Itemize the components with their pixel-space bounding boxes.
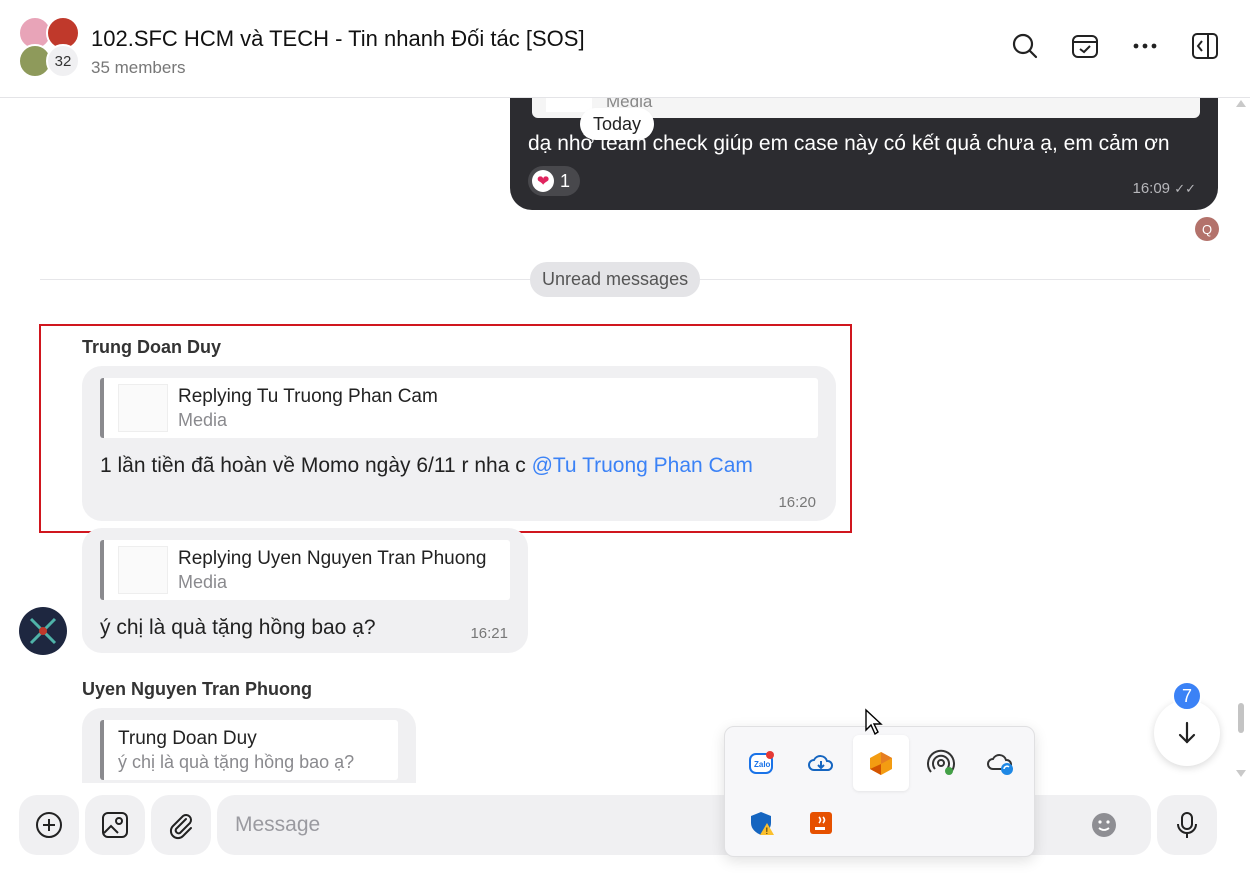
voice-button[interactable] xyxy=(1157,795,1217,855)
double-check-icon: ✓✓ xyxy=(1174,181,1196,196)
more-horizontal-icon xyxy=(1133,43,1157,49)
quoted-title: Trung Doan Duy xyxy=(118,728,257,749)
group-title[interactable]: 102.SFC HCM và TECH - Tin nhanh Đối tác … xyxy=(91,26,585,52)
toggle-panel-button[interactable] xyxy=(1189,30,1221,62)
group-avatar[interactable]: 32 xyxy=(18,16,82,80)
message-bubble[interactable]: Trung Doan Duy ý chị là quà tặng hồng ba… xyxy=(82,708,416,783)
highlight-annotation xyxy=(39,324,852,533)
date-separator: Today xyxy=(580,108,655,140)
microphone-icon xyxy=(1177,812,1197,838)
more-button[interactable] xyxy=(1129,30,1161,62)
quoted-title: Replying Uyen Nguyen Tran Phuong xyxy=(178,548,487,569)
svg-text:Zalo: Zalo xyxy=(754,760,771,769)
quoted-text: ý chị là quà tặng hồng bao ạ? xyxy=(118,752,355,772)
onedrive-icon[interactable] xyxy=(793,735,849,791)
panel-collapse-icon xyxy=(1192,33,1218,59)
message-bubble[interactable]: Replying Uyen Nguyen Tran Phuong Media ý… xyxy=(82,528,528,653)
plus-circle-icon xyxy=(36,812,62,838)
zalo-icon[interactable]: Zalo xyxy=(733,735,789,791)
arrow-down-icon xyxy=(1178,721,1196,744)
scroll-up-arrow[interactable] xyxy=(1236,100,1246,107)
image-button[interactable] xyxy=(85,795,145,855)
message-list[interactable]: Media dạ nhờ team check giúp em case này… xyxy=(0,98,1250,783)
quoted-label: Media xyxy=(178,572,228,592)
member-count[interactable]: 35 members xyxy=(91,58,185,78)
heart-icon: ❤ xyxy=(532,170,554,192)
reaction-count: 1 xyxy=(560,170,571,191)
calendar-check-icon xyxy=(1072,35,1098,58)
unread-count-badge: 7 xyxy=(1172,681,1202,711)
scrollbar[interactable] xyxy=(1236,98,1246,783)
attach-button[interactable] xyxy=(151,795,211,855)
sender-name[interactable]: Uyen Nguyen Tran Phuong xyxy=(82,679,312,700)
search-icon xyxy=(1012,33,1038,59)
emoji-button[interactable] xyxy=(1090,811,1120,841)
search-button[interactable] xyxy=(1009,30,1041,62)
quoted-message[interactable]: Trung Doan Duy ý chị là quà tặng hồng ba… xyxy=(100,720,398,780)
member-count-badge: 32 xyxy=(46,44,80,78)
message-time: 16:21 xyxy=(470,625,508,642)
hotspot-icon[interactable] xyxy=(913,735,969,791)
seen-avatar[interactable]: Q xyxy=(1195,217,1219,241)
media-thumbnail xyxy=(546,98,592,112)
mouse-cursor-icon xyxy=(865,708,883,736)
quoted-message[interactable]: Replying Uyen Nguyen Tran Phuong Media xyxy=(100,540,510,600)
chat-header: 32 102.SFC HCM và TECH - Tin nhanh Đối t… xyxy=(0,0,1250,98)
image-icon xyxy=(102,812,128,838)
emoji-icon xyxy=(1092,813,1116,837)
avatar[interactable] xyxy=(19,607,67,655)
app-icon[interactable] xyxy=(853,735,909,791)
reaction-chip[interactable]: ❤ 1 xyxy=(528,166,581,196)
avatar-logo-icon xyxy=(29,617,57,645)
paperclip-icon xyxy=(169,814,192,840)
media-thumbnail xyxy=(118,546,168,594)
cloud-sync-icon[interactable] xyxy=(973,735,1029,791)
scrollbar-thumb[interactable] xyxy=(1238,703,1244,733)
message-text: ý chị là quà tặng hồng bao ạ? xyxy=(100,616,376,639)
tasks-button[interactable] xyxy=(1069,30,1101,62)
unread-separator: Unread messages xyxy=(530,262,701,297)
message-time: 16:09 ✓✓ xyxy=(1132,180,1196,197)
composer xyxy=(0,783,1250,873)
add-button[interactable] xyxy=(19,795,79,855)
system-tray-flyout: Zalo ! xyxy=(724,726,1035,857)
defender-warning-icon[interactable]: ! xyxy=(733,795,789,851)
scroll-down-arrow[interactable] xyxy=(1236,770,1246,777)
java-icon[interactable] xyxy=(793,795,849,851)
svg-text:!: ! xyxy=(766,826,769,836)
